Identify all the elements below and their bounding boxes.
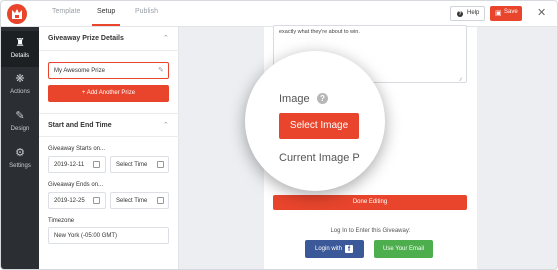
settings-panel: Giveaway Prize Details ⌃ My Awesome Priz… [39, 27, 179, 269]
add-prize-button[interactable]: + Add Another Prize [48, 85, 169, 102]
facebook-login-label: Login with [315, 246, 343, 252]
email-login-button[interactable]: Use Your Email [374, 240, 433, 258]
help-circle-icon[interactable]: ? [317, 93, 328, 104]
sidebar-item-label: Actions [10, 89, 30, 95]
chevron-up-icon: ⌃ [163, 35, 169, 42]
facebook-login-button[interactable]: Login with f [305, 240, 364, 258]
description-text: exactly what they're about to win. [279, 29, 360, 35]
image-label: Image [279, 93, 310, 105]
timezone-select[interactable]: New York (-05:00 GMT) [48, 227, 169, 244]
prize-section-header[interactable]: Giveaway Prize Details ⌃ [39, 27, 179, 51]
save-button-label: Save [504, 9, 518, 15]
sidebar-item-label: Settings [9, 163, 31, 169]
select-image-button[interactable]: Select Image [279, 113, 359, 139]
calendar-icon [93, 197, 100, 204]
end-date-value: 2019-12-25 [54, 198, 85, 204]
tab-template[interactable]: Template [52, 8, 80, 15]
logo-icon[interactable] [7, 4, 27, 24]
clock-icon [157, 197, 164, 204]
sidebar-item-actions[interactable]: ❋ Actions [1, 67, 39, 103]
end-date-field[interactable]: 2019-12-25 [48, 192, 106, 209]
prize-name-input[interactable]: My Awesome Prize ✎ [48, 62, 169, 79]
actions-icon: ❋ [15, 73, 25, 85]
active-tab-indicator [92, 24, 120, 26]
chevron-up-icon: ⌃ [163, 122, 169, 129]
login-prompt: Log In to Enter this Giveaway: [330, 228, 411, 234]
starts-label: Giveaway Starts on... [48, 146, 106, 152]
gear-icon: ⚙ [15, 147, 25, 159]
sidebar-item-design[interactable]: ✎ Design [1, 104, 39, 140]
magnifier-callout: Image ? Select Image Current Image P [245, 51, 385, 191]
start-date-value: 2019-12-11 [54, 162, 85, 168]
timezone-label: Timezone [48, 218, 75, 224]
save-button[interactable]: ▣ Save [490, 6, 522, 21]
timezone-value: New York (-05:00 GMT) [54, 233, 118, 239]
design-icon: ✎ [15, 110, 25, 122]
end-time-value: Select Time [116, 198, 148, 204]
prize-name-value: My Awesome Prize [54, 68, 105, 74]
start-time-select[interactable]: Select Time [110, 156, 169, 173]
section-title: Start and End Time [48, 122, 112, 129]
save-disk-icon: ▣ [495, 10, 502, 17]
tab-setup[interactable]: Setup [97, 8, 115, 15]
sidebar-item-label: Details [10, 53, 30, 59]
end-time-select[interactable]: Select Time [110, 192, 169, 209]
section-title: Giveaway Prize Details [48, 35, 124, 42]
app-window: Template Setup Publish ? Help ▣ Save ✕ ♜… [0, 0, 558, 270]
clock-icon [157, 161, 164, 168]
sidebar-item-settings[interactable]: ⚙ Settings [1, 141, 39, 177]
ends-label: Giveaway Ends on... [48, 182, 104, 188]
icon-sidebar: ♜ Details ❋ Actions ✎ Design ⚙ Settings [1, 27, 39, 269]
question-icon: ? [457, 11, 463, 17]
help-button-label: Help [467, 10, 480, 16]
close-icon[interactable]: ✕ [537, 6, 546, 19]
top-bar: Template Setup Publish ? Help ▣ Save ✕ [1, 1, 557, 27]
current-image-label: Current Image P [279, 152, 360, 164]
facebook-icon: f [345, 245, 353, 253]
trophy-icon: ♜ [15, 37, 25, 49]
sidebar-item-label: Design [10, 126, 30, 132]
start-date-field[interactable]: 2019-12-11 [48, 156, 106, 173]
help-button[interactable]: ? Help [450, 6, 485, 21]
time-section-header[interactable]: Start and End Time ⌃ [39, 113, 179, 137]
calendar-icon [93, 161, 100, 168]
start-time-value: Select Time [116, 162, 148, 168]
resize-handle-icon[interactable]: ∕∕ [460, 77, 462, 83]
pencil-icon[interactable]: ✎ [158, 66, 164, 74]
tab-publish[interactable]: Publish [135, 8, 158, 15]
sidebar-item-details[interactable]: ♜ Details [1, 31, 39, 67]
done-editing-button[interactable]: Done Editing [273, 195, 467, 210]
